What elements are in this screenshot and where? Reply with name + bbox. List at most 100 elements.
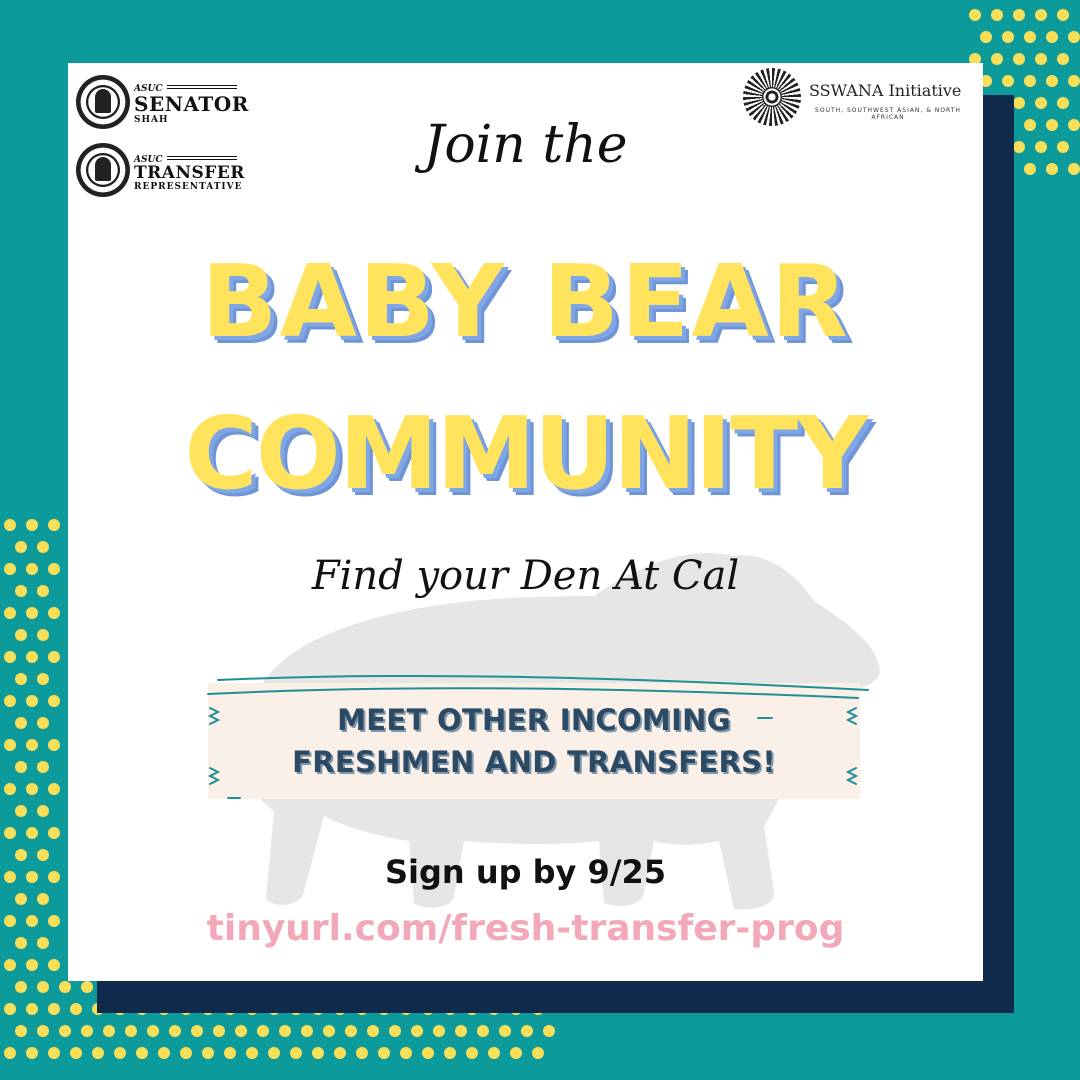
dot [1013, 9, 1025, 21]
dot [466, 1047, 478, 1059]
dot [4, 827, 16, 839]
dot [81, 981, 93, 993]
signup-deadline: Sign up by 9/25 [384, 853, 667, 891]
dot [4, 783, 16, 795]
dot [1024, 75, 1036, 87]
dot [37, 541, 49, 553]
dot [15, 585, 27, 597]
headline-line-1: BABY BEAR [201, 243, 850, 360]
dot [1013, 141, 1025, 153]
dot [37, 805, 49, 817]
dot [334, 1047, 346, 1059]
dot [15, 761, 27, 773]
headline-line-2: COMMUNITY [184, 395, 868, 512]
dot [521, 1025, 533, 1037]
dot [15, 1025, 27, 1037]
dot [4, 651, 16, 663]
dot [980, 31, 992, 43]
dot [37, 717, 49, 729]
dot [400, 1047, 412, 1059]
dot [26, 519, 38, 531]
dot [246, 1047, 258, 1059]
dot [268, 1047, 280, 1059]
dot [103, 1025, 115, 1037]
dot [4, 915, 16, 927]
dot [37, 585, 49, 597]
dot [15, 541, 27, 553]
dot [1057, 97, 1069, 109]
dot [125, 1025, 137, 1037]
dot [26, 607, 38, 619]
dot [15, 805, 27, 817]
dot [26, 739, 38, 751]
dot [180, 1047, 192, 1059]
dot [48, 871, 60, 883]
dot [26, 695, 38, 707]
dot [1024, 119, 1036, 131]
dot [37, 849, 49, 861]
dot [1068, 163, 1080, 175]
dot [136, 1047, 148, 1059]
dot [991, 9, 1003, 21]
dot [1035, 53, 1047, 65]
poster-card: ASUC SENATOR SHAH ASUC TRANSFER REPRESEN… [68, 63, 983, 981]
dot [532, 1047, 544, 1059]
dot [378, 1047, 390, 1059]
dot [48, 563, 60, 575]
dot [158, 1047, 170, 1059]
dot [15, 629, 27, 641]
dot [235, 1025, 247, 1037]
dot [1013, 97, 1025, 109]
dot [26, 783, 38, 795]
dot [4, 695, 16, 707]
dot [4, 959, 16, 971]
dot [92, 1047, 104, 1059]
dot [213, 1025, 225, 1037]
dot [70, 1047, 82, 1059]
dot [147, 1025, 159, 1037]
dot [224, 1047, 236, 1059]
dot [4, 1003, 16, 1015]
dot [26, 959, 38, 971]
dot [488, 1047, 500, 1059]
dot [1068, 75, 1080, 87]
dot [37, 761, 49, 773]
dot [1002, 31, 1014, 43]
dot [48, 651, 60, 663]
dot [37, 1025, 49, 1037]
dot [356, 1047, 368, 1059]
dot [26, 915, 38, 927]
dot [37, 937, 49, 949]
dot [1057, 9, 1069, 21]
dot [389, 1025, 401, 1037]
dot [1057, 53, 1069, 65]
dot [510, 1047, 522, 1059]
intro-text: Join the [423, 115, 628, 175]
senator-title: SENATOR [134, 92, 249, 116]
dot [477, 1025, 489, 1037]
dot [37, 981, 49, 993]
dot [991, 53, 1003, 65]
banner-text: MEET OTHER INCOMING FRESHMEN AND TRANSFE… [208, 699, 860, 783]
dot [26, 651, 38, 663]
dot [15, 717, 27, 729]
dot [455, 1025, 467, 1037]
dot [1046, 119, 1058, 131]
dot [1046, 31, 1058, 43]
dot [81, 1025, 93, 1037]
dot [1068, 31, 1080, 43]
dot [4, 1047, 16, 1059]
dot [279, 1025, 291, 1037]
dot [4, 739, 16, 751]
dot [48, 1047, 60, 1059]
dot [543, 1025, 555, 1037]
dot [26, 563, 38, 575]
dot [1035, 141, 1047, 153]
signup-link[interactable]: tinyurl.com/fresh-transfer-prog [68, 908, 983, 949]
dot [1057, 141, 1069, 153]
dot [1002, 75, 1014, 87]
dot [48, 607, 60, 619]
banner-line-1: MEET OTHER INCOMING [337, 703, 731, 737]
banner-line-2: FRESHMEN AND TRANSFERS! [292, 745, 776, 779]
dot [15, 673, 27, 685]
